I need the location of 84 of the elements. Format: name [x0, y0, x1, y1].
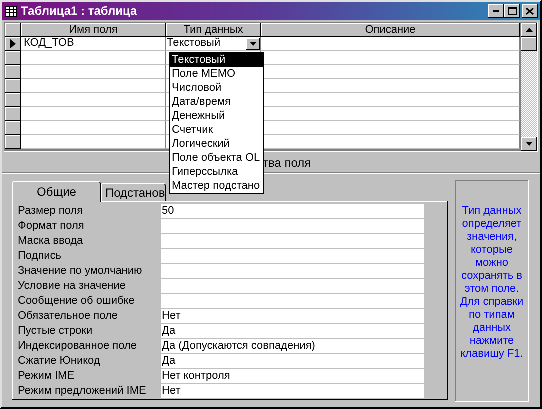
property-field[interactable]: [161, 249, 424, 263]
row-selector[interactable]: [5, 37, 21, 51]
close-button[interactable]: [522, 4, 538, 18]
window-title: Таблица1 : таблица: [21, 4, 138, 18]
scrollbar[interactable]: [521, 23, 537, 151]
table-cell[interactable]: [21, 93, 166, 107]
row-selector[interactable]: [5, 107, 21, 121]
table-cell[interactable]: [21, 121, 166, 135]
property-field[interactable]: [161, 294, 424, 308]
dropdown-item[interactable]: Денежный: [170, 109, 263, 123]
property-label: Значение по умолчанию: [18, 265, 144, 277]
up-arrow-icon: [526, 28, 532, 32]
table-icon: [5, 6, 17, 16]
table-cell[interactable]: [21, 135, 166, 149]
property-field[interactable]: Нет: [161, 384, 424, 398]
property-field[interactable]: Нет контроля: [161, 369, 424, 383]
table-cell[interactable]: [261, 37, 520, 51]
property-label: Подпись: [18, 250, 63, 262]
dropdown-item[interactable]: Гиперссылка: [170, 165, 263, 179]
close-icon: [526, 8, 534, 14]
dropdown-arrow-icon: [250, 42, 256, 46]
current-row-arrow-icon: [10, 39, 16, 49]
table-cell[interactable]: [261, 65, 520, 79]
property-label: Режим IME: [18, 370, 76, 382]
table-cell[interactable]: [261, 135, 520, 149]
table-cell[interactable]: [261, 51, 520, 65]
property-label: Формат поля: [18, 220, 86, 232]
table-cell[interactable]: [261, 93, 520, 107]
section-label: тва поля: [263, 156, 312, 170]
property-field[interactable]: Да: [161, 324, 424, 338]
column-header[interactable]: Тип данных: [166, 23, 261, 37]
row-selector[interactable]: [5, 79, 21, 93]
table-cell[interactable]: [261, 121, 520, 135]
maximize-icon: [508, 7, 516, 15]
minimize-button[interactable]: [488, 4, 504, 18]
table-cell[interactable]: [21, 65, 166, 79]
property-label: Индексированное поле: [18, 340, 138, 352]
table-cell[interactable]: КОД_ТОВ: [21, 37, 166, 51]
property-field[interactable]: [161, 264, 424, 278]
property-field[interactable]: [161, 279, 424, 293]
dropdown-item[interactable]: Поле объекта OL: [170, 151, 263, 165]
row-selector[interactable]: [5, 65, 21, 79]
scroll-up-button[interactable]: [521, 23, 537, 37]
maximize-button[interactable]: [504, 4, 520, 18]
dropdown-item[interactable]: Дата/время: [170, 95, 263, 109]
property-label: Условие на значение: [18, 280, 128, 292]
property-label: Сжатие Юникод: [18, 355, 102, 367]
column-header[interactable]: Имя поля: [21, 23, 166, 37]
property-label: Обязательное поле: [18, 310, 120, 322]
property-label: Режим предложений IME: [18, 385, 148, 397]
tab[interactable]: Общие: [12, 181, 102, 202]
property-field[interactable]: 50: [161, 204, 424, 218]
property-field[interactable]: Да: [161, 354, 424, 368]
dropdown-item[interactable]: Логический: [170, 137, 263, 151]
property-field[interactable]: Да (Допускаются совпадения): [161, 339, 424, 353]
property-field[interactable]: [161, 234, 424, 248]
row-selector[interactable]: [5, 51, 21, 65]
table-cell[interactable]: [261, 79, 520, 93]
column-header[interactable]: Описание: [261, 23, 520, 37]
down-arrow-icon: [526, 142, 532, 146]
help-text: Тип данных определяет значения, которые можно сохранять в этом поле. Для справки по типам данных нажмите клавишу F1.: [459, 205, 525, 361]
scroll-down-button[interactable]: [521, 137, 537, 151]
property-label: Размер поля: [18, 205, 84, 217]
property-label: Сообщение об ошибке: [18, 295, 136, 307]
table-cell[interactable]: [21, 51, 166, 65]
row-selector[interactable]: [5, 93, 21, 107]
dropdown-item[interactable]: Поле MEMO: [170, 67, 263, 81]
table-cell[interactable]: [21, 107, 166, 121]
minimize-icon: [493, 10, 499, 12]
property-label: Маска ввода: [18, 235, 84, 247]
dropdown-item[interactable]: Счетчик: [170, 123, 263, 137]
table-cell[interactable]: [21, 79, 166, 93]
row-selector[interactable]: [5, 135, 21, 149]
property-label: Пустые строки: [18, 325, 94, 337]
dropdown-button[interactable]: [246, 38, 260, 50]
dropdown-item[interactable]: Текстовый: [170, 53, 263, 67]
property-field[interactable]: Нет: [161, 309, 424, 323]
scroll-thumb[interactable]: [521, 37, 537, 51]
tab[interactable]: Подстанов: [101, 183, 166, 201]
row-selector[interactable]: [5, 121, 21, 135]
dropdown-item[interactable]: Мастер подстано: [170, 179, 263, 193]
dropdown-item[interactable]: Числовой: [170, 81, 263, 95]
property-field[interactable]: [161, 219, 424, 233]
table-cell[interactable]: [261, 107, 520, 121]
